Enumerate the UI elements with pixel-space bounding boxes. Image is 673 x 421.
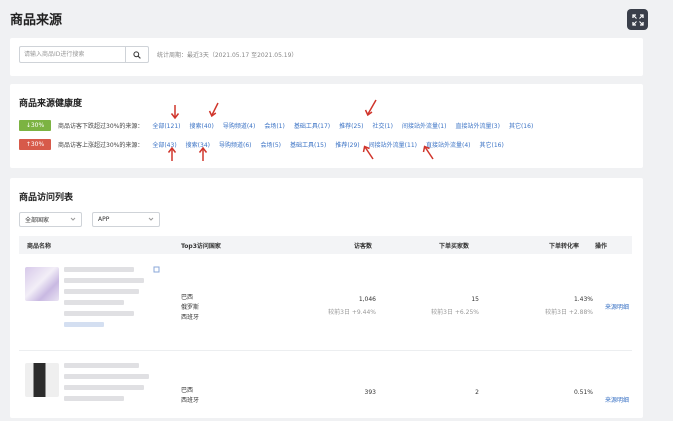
- product-thumbnail[interactable]: [25, 267, 59, 301]
- page-title: 商品来源: [10, 13, 63, 28]
- source-link-other[interactable]: 其它(16): [509, 121, 533, 130]
- source-link-indirect-external[interactable]: 间接站外流量(1): [402, 121, 447, 130]
- top3-country: 西班牙: [181, 397, 200, 404]
- health-title: 商品来源健康度: [19, 99, 83, 109]
- buyers-value: 15: [471, 296, 479, 303]
- rate-value: 1.43%: [573, 296, 593, 303]
- col-conversion-rate: 下单转化率: [549, 243, 580, 250]
- source-link-guide-channel[interactable]: 导购频道(4): [223, 121, 256, 130]
- source-link-venue[interactable]: 会场(1): [264, 121, 285, 130]
- period-text: 统计周期：最近3天（2021.05.17 至2021.05.19）: [157, 52, 298, 59]
- source-link-all[interactable]: 全部(121): [152, 121, 180, 130]
- annotation-arrow-down-icon: [170, 105, 180, 120]
- source-link-search[interactable]: 搜索(40): [189, 121, 213, 130]
- buyers-compare: 较前3日 +6.25%: [431, 309, 479, 316]
- source-link-venue[interactable]: 会场(5): [261, 140, 282, 149]
- blurred-product-title: [64, 363, 139, 368]
- annotation-arrow-down-icon: [208, 102, 219, 118]
- visitors-value: 393: [364, 389, 376, 396]
- chevron-down-icon: [70, 217, 76, 221]
- search-input[interactable]: [20, 47, 121, 62]
- blurred-product-title: [64, 289, 139, 294]
- rate-compare: 较前3日 +2.88%: [545, 309, 593, 316]
- visitors-compare: 较前3日 +9.44%: [328, 309, 376, 316]
- health-card: 商品来源健康度 ↓30% 商品访客下跌超过30%的来源： 全部(121) 搜索(…: [10, 84, 643, 168]
- annotation-arrow-down-icon: [364, 99, 377, 117]
- visitors-value: 1,046: [358, 296, 376, 303]
- table-header: 商品名称 Top3访问国家 访客数 下单买家数 下单转化率 操作: [19, 236, 632, 254]
- fullscreen-button[interactable]: [627, 9, 648, 30]
- blurred-product-title: [64, 278, 144, 283]
- annotation-arrow-up-icon: [198, 146, 208, 161]
- country-select-value: 全部国家: [25, 217, 50, 224]
- rate-value: 0.51%: [573, 389, 593, 396]
- top3-country: 巴西: [181, 387, 194, 394]
- blurred-product-title: [64, 385, 144, 390]
- source-link-other[interactable]: 其它(16): [479, 140, 503, 149]
- platform-select[interactable]: APP: [92, 212, 160, 227]
- platform-select-value: APP: [98, 216, 110, 223]
- source-detail-link[interactable]: 来源明细: [605, 302, 629, 311]
- chevron-down-icon: [148, 217, 154, 221]
- source-link-basic-tools[interactable]: 基础工具(17): [294, 121, 330, 130]
- source-link-recommend[interactable]: 推荐(29): [335, 140, 359, 149]
- fullscreen-icon: [631, 13, 644, 26]
- search-card: 统计周期：最近3天（2021.05.17 至2021.05.19）: [10, 38, 643, 76]
- col-order-buyers: 下单买家数: [439, 243, 470, 250]
- blurred-product-title: [64, 396, 124, 401]
- product-thumbnail[interactable]: [25, 363, 59, 397]
- col-visitors: 访客数: [354, 243, 373, 250]
- source-link-basic-tools[interactable]: 基础工具(15): [290, 140, 326, 149]
- health-row-down: ↓30% 商品访客下跌超过30%的来源： 全部(121) 搜索(40) 导购频道…: [19, 120, 533, 131]
- top3-country: 巴西: [181, 294, 194, 301]
- list-card: 商品访问列表 全部国家 APP 商品名称 Top3访问国家 访客数 下单买家数 …: [10, 178, 643, 418]
- search-button[interactable]: [125, 47, 148, 62]
- list-title: 商品访问列表: [19, 193, 74, 203]
- health-row-label: 商品访客下跌超过30%的来源：: [58, 123, 144, 130]
- blurred-product-title: [64, 267, 134, 272]
- source-link-social[interactable]: 社交(1): [372, 121, 393, 130]
- annotation-arrow-up-icon: [362, 145, 374, 160]
- blurred-product-title: [64, 300, 124, 305]
- source-detail-link[interactable]: 来源明细: [605, 395, 629, 404]
- copy-icon[interactable]: [153, 266, 160, 273]
- top3-country: 西班牙: [181, 314, 200, 321]
- col-actions: 操作: [595, 243, 608, 250]
- search-icon: [133, 50, 141, 59]
- source-link-recommend[interactable]: 推荐(25): [339, 121, 363, 130]
- col-product-name: 商品名称: [27, 243, 52, 250]
- table-row: 巴西 西班牙 393 2 0.51% 来源明细: [19, 351, 632, 421]
- source-link-direct-external[interactable]: 直接站外流量(3): [455, 121, 500, 130]
- annotation-arrow-up-icon: [167, 146, 177, 161]
- col-top3-countries: Top3访问国家: [181, 243, 221, 250]
- up-badge: ↑30%: [19, 139, 51, 150]
- top3-country: 俄罗斯: [181, 304, 200, 311]
- health-row-label: 商品访客上涨超过30%的来源：: [58, 142, 144, 149]
- blurred-product-title: [64, 311, 134, 316]
- country-select[interactable]: 全部国家: [19, 212, 82, 227]
- blurred-product-id: [64, 322, 104, 327]
- down-badge: ↓30%: [19, 120, 51, 131]
- search-box: [19, 46, 149, 63]
- annotation-arrow-up-icon: [422, 145, 434, 160]
- blurred-product-title: [64, 374, 149, 379]
- source-link-guide-channel[interactable]: 导购频道(6): [219, 140, 252, 149]
- table-row: 巴西 俄罗斯 西班牙 1,046 较前3日 +9.44% 15 较前3日 +6.…: [19, 255, 632, 351]
- buyers-value: 2: [475, 389, 479, 396]
